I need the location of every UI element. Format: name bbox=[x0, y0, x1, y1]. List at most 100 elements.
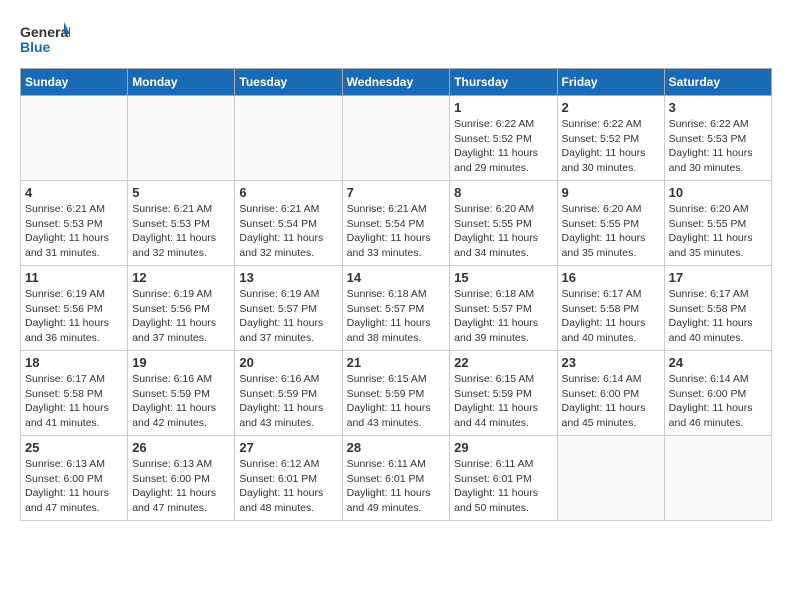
calendar-cell: 22 Sunrise: 6:15 AMSunset: 5:59 PMDayligh… bbox=[450, 351, 557, 436]
day-number: 27 bbox=[239, 440, 337, 455]
calendar-cell: 17 Sunrise: 6:17 AMSunset: 5:58 PMDayligh… bbox=[664, 266, 771, 351]
calendar-cell: 13 Sunrise: 6:19 AMSunset: 5:57 PMDayligh… bbox=[235, 266, 342, 351]
calendar-cell: 29 Sunrise: 6:11 AMSunset: 6:01 PMDayligh… bbox=[450, 436, 557, 521]
weekday-header-tuesday: Tuesday bbox=[235, 69, 342, 96]
day-info: Sunrise: 6:21 AMSunset: 5:54 PMDaylight:… bbox=[239, 202, 337, 261]
day-info: Sunrise: 6:20 AMSunset: 5:55 PMDaylight:… bbox=[562, 202, 660, 261]
day-number: 12 bbox=[132, 270, 230, 285]
day-info: Sunrise: 6:18 AMSunset: 5:57 PMDaylight:… bbox=[347, 287, 446, 346]
weekday-header-wednesday: Wednesday bbox=[342, 69, 450, 96]
day-info: Sunrise: 6:21 AMSunset: 5:54 PMDaylight:… bbox=[347, 202, 446, 261]
calendar-cell bbox=[664, 436, 771, 521]
weekday-header-row: SundayMondayTuesdayWednesdayThursdayFrid… bbox=[21, 69, 772, 96]
day-info: Sunrise: 6:15 AMSunset: 5:59 PMDaylight:… bbox=[347, 372, 446, 431]
day-info: Sunrise: 6:16 AMSunset: 5:59 PMDaylight:… bbox=[239, 372, 337, 431]
day-number: 17 bbox=[669, 270, 767, 285]
day-number: 16 bbox=[562, 270, 660, 285]
day-info: Sunrise: 6:22 AMSunset: 5:52 PMDaylight:… bbox=[454, 117, 552, 176]
week-row-3: 11Sunrise: 6:19 AMSunset: 5:56 PMDayligh… bbox=[21, 266, 772, 351]
day-info: Sunrise: 6:17 AMSunset: 5:58 PMDaylight:… bbox=[669, 287, 767, 346]
weekday-header-saturday: Saturday bbox=[664, 69, 771, 96]
calendar-cell bbox=[21, 96, 128, 181]
day-info: Sunrise: 6:22 AMSunset: 5:53 PMDaylight:… bbox=[669, 117, 767, 176]
day-info: Sunrise: 6:17 AMSunset: 5:58 PMDaylight:… bbox=[562, 287, 660, 346]
calendar-cell bbox=[128, 96, 235, 181]
day-number: 1 bbox=[454, 100, 552, 115]
day-info: Sunrise: 6:11 AMSunset: 6:01 PMDaylight:… bbox=[347, 457, 446, 516]
weekday-header-friday: Friday bbox=[557, 69, 664, 96]
calendar-cell: 23 Sunrise: 6:14 AMSunset: 6:00 PMDayligh… bbox=[557, 351, 664, 436]
week-row-2: 4 Sunrise: 6:21 AMSunset: 5:53 PMDaylight… bbox=[21, 181, 772, 266]
calendar-cell: 3 Sunrise: 6:22 AMSunset: 5:53 PMDaylight… bbox=[664, 96, 771, 181]
svg-text:General: General bbox=[20, 24, 70, 40]
day-number: 5 bbox=[132, 185, 230, 200]
week-row-4: 18Sunrise: 6:17 AMSunset: 5:58 PMDayligh… bbox=[21, 351, 772, 436]
day-info: Sunrise: 6:15 AMSunset: 5:59 PMDaylight:… bbox=[454, 372, 552, 431]
day-number: 28 bbox=[347, 440, 446, 455]
day-number: 22 bbox=[454, 355, 552, 370]
calendar-cell: 11Sunrise: 6:19 AMSunset: 5:56 PMDayligh… bbox=[21, 266, 128, 351]
calendar-cell bbox=[557, 436, 664, 521]
day-info: Sunrise: 6:14 AMSunset: 6:00 PMDaylight:… bbox=[669, 372, 767, 431]
day-number: 20 bbox=[239, 355, 337, 370]
calendar-cell: 19Sunrise: 6:16 AMSunset: 5:59 PMDayligh… bbox=[128, 351, 235, 436]
calendar-cell: 5 Sunrise: 6:21 AMSunset: 5:53 PMDaylight… bbox=[128, 181, 235, 266]
calendar-cell: 26 Sunrise: 6:13 AMSunset: 6:00 PMDayligh… bbox=[128, 436, 235, 521]
svg-text:Blue: Blue bbox=[20, 39, 51, 55]
logo: General Blue bbox=[20, 20, 70, 58]
calendar-cell: 14 Sunrise: 6:18 AMSunset: 5:57 PMDayligh… bbox=[342, 266, 450, 351]
calendar-cell: 25Sunrise: 6:13 AMSunset: 6:00 PMDayligh… bbox=[21, 436, 128, 521]
calendar-cell: 15 Sunrise: 6:18 AMSunset: 5:57 PMDayligh… bbox=[450, 266, 557, 351]
day-info: Sunrise: 6:22 AMSunset: 5:52 PMDaylight:… bbox=[562, 117, 660, 176]
day-info: Sunrise: 6:19 AMSunset: 5:56 PMDaylight:… bbox=[25, 287, 123, 346]
day-number: 4 bbox=[25, 185, 123, 200]
calendar-cell: 8 Sunrise: 6:20 AMSunset: 5:55 PMDaylight… bbox=[450, 181, 557, 266]
day-info: Sunrise: 6:19 AMSunset: 5:57 PMDaylight:… bbox=[239, 287, 337, 346]
day-info: Sunrise: 6:19 AMSunset: 5:56 PMDaylight:… bbox=[132, 287, 230, 346]
calendar-cell: 4 Sunrise: 6:21 AMSunset: 5:53 PMDaylight… bbox=[21, 181, 128, 266]
weekday-header-thursday: Thursday bbox=[450, 69, 557, 96]
calendar-cell: 27 Sunrise: 6:12 AMSunset: 6:01 PMDayligh… bbox=[235, 436, 342, 521]
day-number: 21 bbox=[347, 355, 446, 370]
day-number: 6 bbox=[239, 185, 337, 200]
calendar-cell: 7Sunrise: 6:21 AMSunset: 5:54 PMDaylight… bbox=[342, 181, 450, 266]
day-info: Sunrise: 6:20 AMSunset: 5:55 PMDaylight:… bbox=[669, 202, 767, 261]
calendar-cell: 12 Sunrise: 6:19 AMSunset: 5:56 PMDayligh… bbox=[128, 266, 235, 351]
day-number: 23 bbox=[562, 355, 660, 370]
calendar-cell: 1 Sunrise: 6:22 AMSunset: 5:52 PMDaylight… bbox=[450, 96, 557, 181]
day-info: Sunrise: 6:17 AMSunset: 5:58 PMDaylight:… bbox=[25, 372, 123, 431]
weekday-header-sunday: Sunday bbox=[21, 69, 128, 96]
day-info: Sunrise: 6:11 AMSunset: 6:01 PMDaylight:… bbox=[454, 457, 552, 516]
day-number: 14 bbox=[347, 270, 446, 285]
day-number: 24 bbox=[669, 355, 767, 370]
day-info: Sunrise: 6:14 AMSunset: 6:00 PMDaylight:… bbox=[562, 372, 660, 431]
week-row-1: 1 Sunrise: 6:22 AMSunset: 5:52 PMDaylight… bbox=[21, 96, 772, 181]
calendar-cell: 24 Sunrise: 6:14 AMSunset: 6:00 PMDayligh… bbox=[664, 351, 771, 436]
day-number: 13 bbox=[239, 270, 337, 285]
logo-svg: General Blue bbox=[20, 20, 70, 58]
calendar-cell: 2Sunrise: 6:22 AMSunset: 5:52 PMDaylight… bbox=[557, 96, 664, 181]
calendar-cell: 20 Sunrise: 6:16 AMSunset: 5:59 PMDayligh… bbox=[235, 351, 342, 436]
day-number: 19 bbox=[132, 355, 230, 370]
calendar-cell: 6 Sunrise: 6:21 AMSunset: 5:54 PMDaylight… bbox=[235, 181, 342, 266]
day-number: 9 bbox=[562, 185, 660, 200]
day-number: 29 bbox=[454, 440, 552, 455]
calendar-cell: 18Sunrise: 6:17 AMSunset: 5:58 PMDayligh… bbox=[21, 351, 128, 436]
day-info: Sunrise: 6:12 AMSunset: 6:01 PMDaylight:… bbox=[239, 457, 337, 516]
day-info: Sunrise: 6:13 AMSunset: 6:00 PMDaylight:… bbox=[25, 457, 123, 516]
day-number: 26 bbox=[132, 440, 230, 455]
calendar-cell bbox=[342, 96, 450, 181]
day-info: Sunrise: 6:20 AMSunset: 5:55 PMDaylight:… bbox=[454, 202, 552, 261]
day-number: 10 bbox=[669, 185, 767, 200]
day-info: Sunrise: 6:21 AMSunset: 5:53 PMDaylight:… bbox=[25, 202, 123, 261]
calendar: SundayMondayTuesdayWednesdayThursdayFrid… bbox=[20, 68, 772, 521]
calendar-cell: 16 Sunrise: 6:17 AMSunset: 5:58 PMDayligh… bbox=[557, 266, 664, 351]
day-info: Sunrise: 6:18 AMSunset: 5:57 PMDaylight:… bbox=[454, 287, 552, 346]
day-number: 3 bbox=[669, 100, 767, 115]
day-number: 15 bbox=[454, 270, 552, 285]
day-info: Sunrise: 6:13 AMSunset: 6:00 PMDaylight:… bbox=[132, 457, 230, 516]
day-number: 8 bbox=[454, 185, 552, 200]
day-info: Sunrise: 6:21 AMSunset: 5:53 PMDaylight:… bbox=[132, 202, 230, 261]
week-row-5: 25Sunrise: 6:13 AMSunset: 6:00 PMDayligh… bbox=[21, 436, 772, 521]
calendar-cell: 10 Sunrise: 6:20 AMSunset: 5:55 PMDayligh… bbox=[664, 181, 771, 266]
